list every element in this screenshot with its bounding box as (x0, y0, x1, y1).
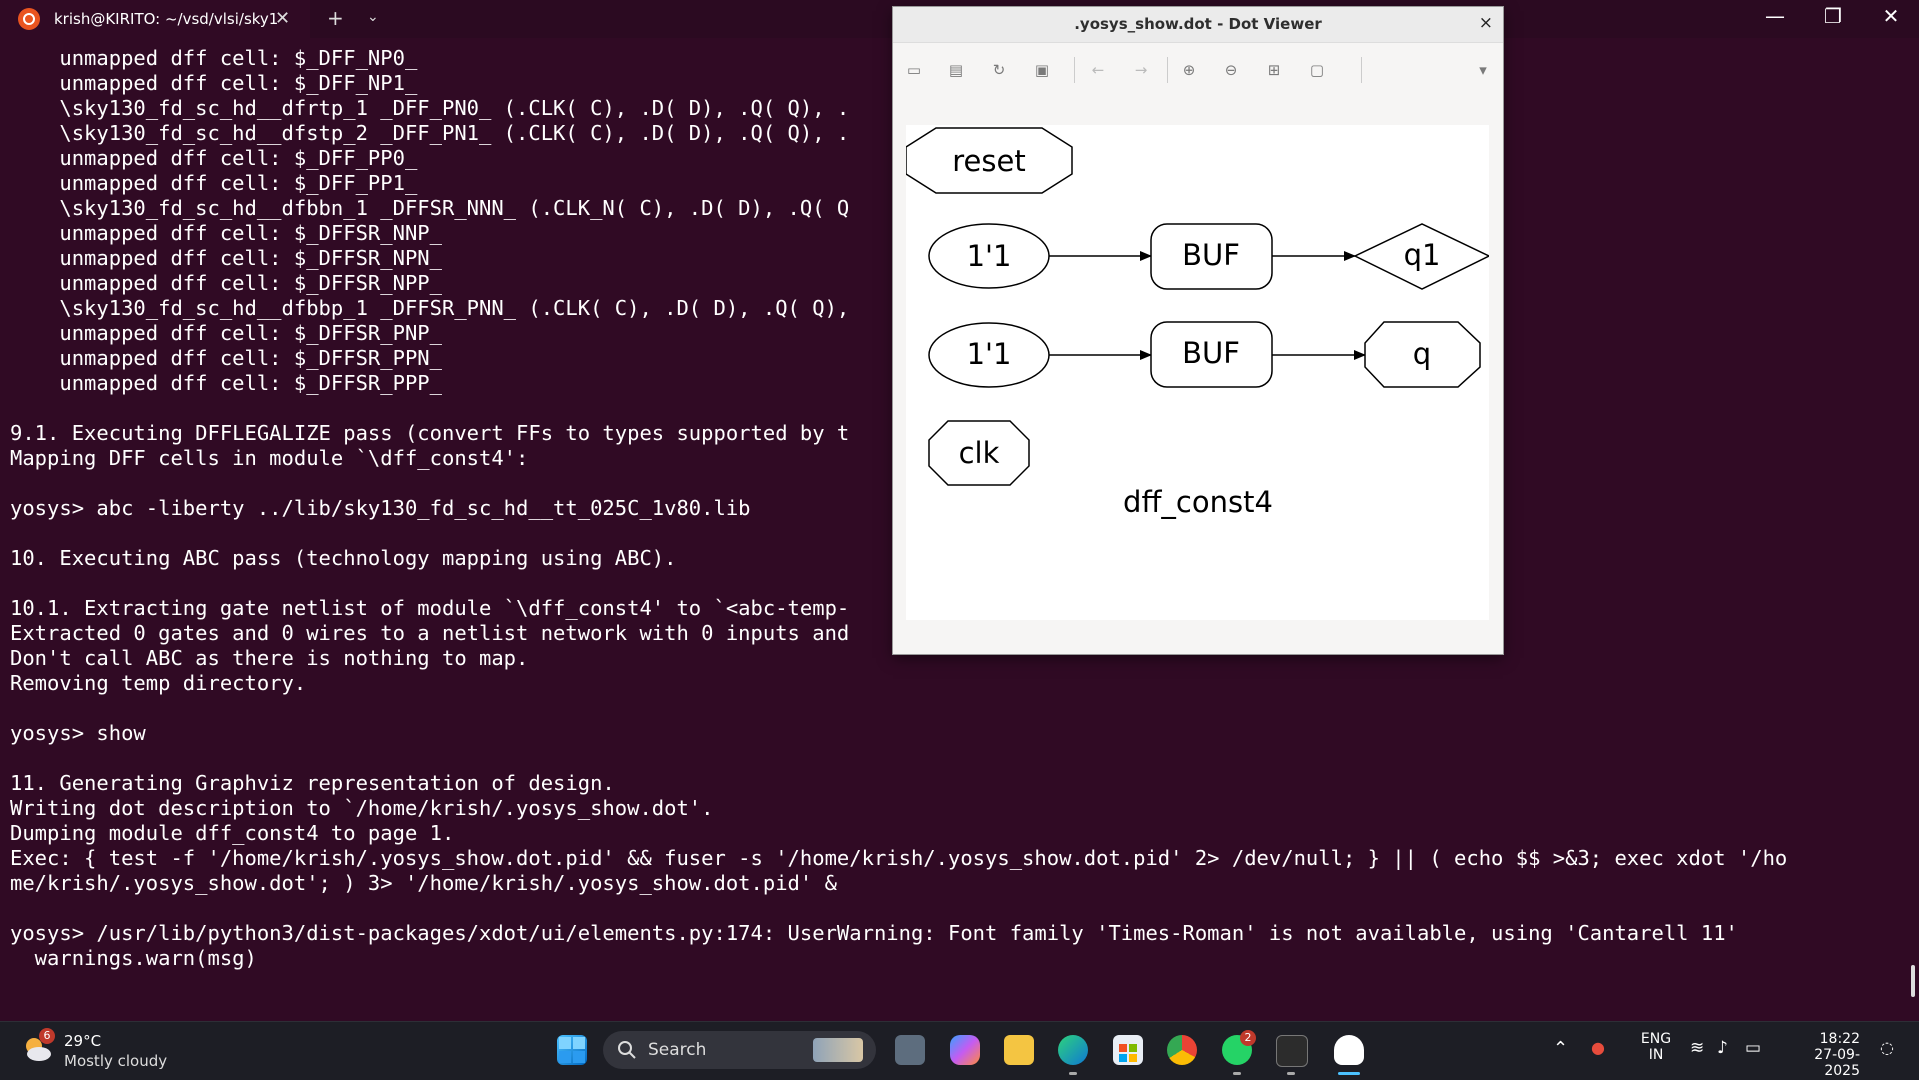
terminal-line: me/krish/.yosys_show.dot'; ) 3> '/home/k… (10, 871, 837, 895)
restore-icon[interactable]: ❐ (1813, 4, 1853, 28)
node-clk-label: clk (959, 436, 1000, 470)
terminal-line: warnings.warn(msg) (10, 946, 257, 970)
dot-viewer-title: .yosys_show.dot - Dot Viewer (1074, 15, 1322, 33)
back-icon[interactable]: ← (1089, 62, 1107, 78)
reload-icon[interactable]: ↻ (990, 62, 1008, 78)
node-q-label: q (1413, 337, 1431, 371)
zoom-100-icon[interactable]: ▢ (1308, 62, 1326, 78)
terminal-app-icon[interactable] (1276, 1035, 1308, 1067)
language-indicator[interactable]: ENG IN (1636, 1031, 1676, 1063)
terminal-tab-title: krish@KIRITO: ~/vsd/vlsi/sky1 (54, 10, 279, 28)
node-const-2-label: 1'1 (967, 337, 1012, 371)
tab-dropdown-icon[interactable]: ⌄ (367, 9, 379, 25)
node-const-2[interactable]: 1'1 (928, 322, 1050, 388)
battery-icon[interactable]: ▭ (1745, 1038, 1761, 1058)
language-line1: ENG (1640, 1031, 1672, 1047)
search-icon (618, 1041, 636, 1059)
forward-icon[interactable]: → (1132, 62, 1150, 78)
weather-badge: 6 (39, 1028, 55, 1044)
weather-temp: 29°C (64, 1032, 102, 1050)
copilot-icon[interactable] (950, 1035, 980, 1065)
node-q1[interactable]: q1 (1353, 223, 1489, 290)
new-tab-icon[interactable]: + (327, 6, 344, 30)
wifi-icon[interactable]: ≋ (1690, 1038, 1704, 1058)
zoom-in-icon[interactable]: ⊕ (1180, 62, 1198, 78)
volume-icon[interactable]: ♪ (1717, 1038, 1728, 1058)
start-icon[interactable] (557, 1035, 587, 1065)
terminal-line: 11. Generating Graphviz representation o… (10, 771, 615, 795)
zoom-out-icon[interactable]: ⊖ (1222, 62, 1240, 78)
node-buf-2[interactable]: BUF (1150, 321, 1273, 388)
terminal-line: yosys> /usr/lib/python3/dist-packages/xd… (10, 921, 1738, 945)
search-highlight-icon (813, 1038, 863, 1062)
terminal-line: Dumping module dff_const4 to page 1. (10, 821, 455, 845)
node-buf-1-label: BUF (1182, 238, 1240, 272)
linux-penguin-icon[interactable] (1334, 1035, 1364, 1065)
export-icon[interactable]: ▤ (947, 62, 965, 78)
minimize-icon[interactable]: — (1755, 4, 1795, 28)
node-const-1[interactable]: 1'1 (928, 223, 1050, 289)
menu-dropdown-icon[interactable]: ▾ (1474, 62, 1492, 78)
onedrive-error-icon[interactable]: ● (1591, 1038, 1605, 1057)
store-icon[interactable] (1113, 1035, 1143, 1065)
terminal-scrollbar[interactable] (1911, 965, 1915, 997)
print-icon[interactable]: ▣ (1033, 62, 1051, 78)
chrome-icon[interactable] (1167, 1035, 1197, 1065)
zoom-fit-icon[interactable]: ⊞ (1265, 62, 1283, 78)
clock-date: 27-09-2025 (1814, 1047, 1860, 1079)
window-close-icon[interactable]: ✕ (1871, 4, 1911, 28)
node-clk[interactable]: clk (928, 420, 1030, 486)
notification-icon[interactable]: ◌ (1880, 1038, 1894, 1057)
node-const-1-label: 1'1 (967, 239, 1012, 273)
node-q1-label: q1 (1404, 238, 1441, 272)
edge-icon[interactable] (1058, 1035, 1088, 1065)
node-reset-label: reset (952, 144, 1025, 178)
dot-viewer-window: .yosys_show.dot - Dot Viewer × ▭ ▤ ↻ ▣ ←… (893, 7, 1503, 654)
whatsapp-badge: 2 (1240, 1030, 1256, 1046)
weather-condition: Mostly cloudy (64, 1052, 168, 1070)
node-buf-2-label: BUF (1182, 336, 1240, 370)
terminal-line: Removing temp directory. (10, 671, 307, 695)
show-hidden-icons[interactable]: ⌃ (1553, 1038, 1568, 1059)
open-file-icon[interactable]: ▭ (905, 62, 923, 78)
dot-viewer-titlebar: .yosys_show.dot - Dot Viewer × (893, 7, 1503, 43)
tab-close-icon[interactable]: ✕ (275, 8, 290, 29)
graph-canvas[interactable]: reset 1'1 BUF q1 1'1 BUF q clk dff_const… (906, 125, 1489, 620)
node-buf-1[interactable]: BUF (1150, 223, 1273, 290)
terminal-line: Writing dot description to `/home/krish/… (10, 796, 714, 820)
taskbar-search[interactable]: Search (603, 1031, 876, 1069)
clock[interactable]: 18:22 27-09-2025 (1780, 1031, 1860, 1079)
taskbar: 6 29°C Mostly cloudy Search 2 ⌃ ● ENG IN… (0, 1021, 1919, 1080)
terminal-tab[interactable]: krish@KIRITO: ~/vsd/vlsi/sky1 ✕ (0, 0, 310, 38)
node-reset[interactable]: reset (906, 127, 1073, 194)
terminal-line: Exec: { test -f '/home/krish/.yosys_show… (10, 846, 1788, 870)
language-line2: IN (1648, 1047, 1664, 1063)
dot-viewer-toolbar: ▭ ▤ ↻ ▣ ← → ⊕ ⊖ ⊞ ▢ ▾ (893, 43, 1503, 97)
dot-viewer-close-icon[interactable]: × (1479, 13, 1493, 33)
ubuntu-icon (18, 8, 40, 30)
clock-time: 18:22 (1819, 1031, 1860, 1047)
file-explorer-icon[interactable] (1004, 1035, 1034, 1065)
node-q[interactable]: q (1364, 321, 1481, 388)
search-label: Search (648, 1040, 707, 1060)
task-view-icon[interactable] (895, 1035, 925, 1065)
terminal-line: yosys> show (10, 721, 146, 745)
module-label: dff_const4 (1123, 485, 1273, 519)
